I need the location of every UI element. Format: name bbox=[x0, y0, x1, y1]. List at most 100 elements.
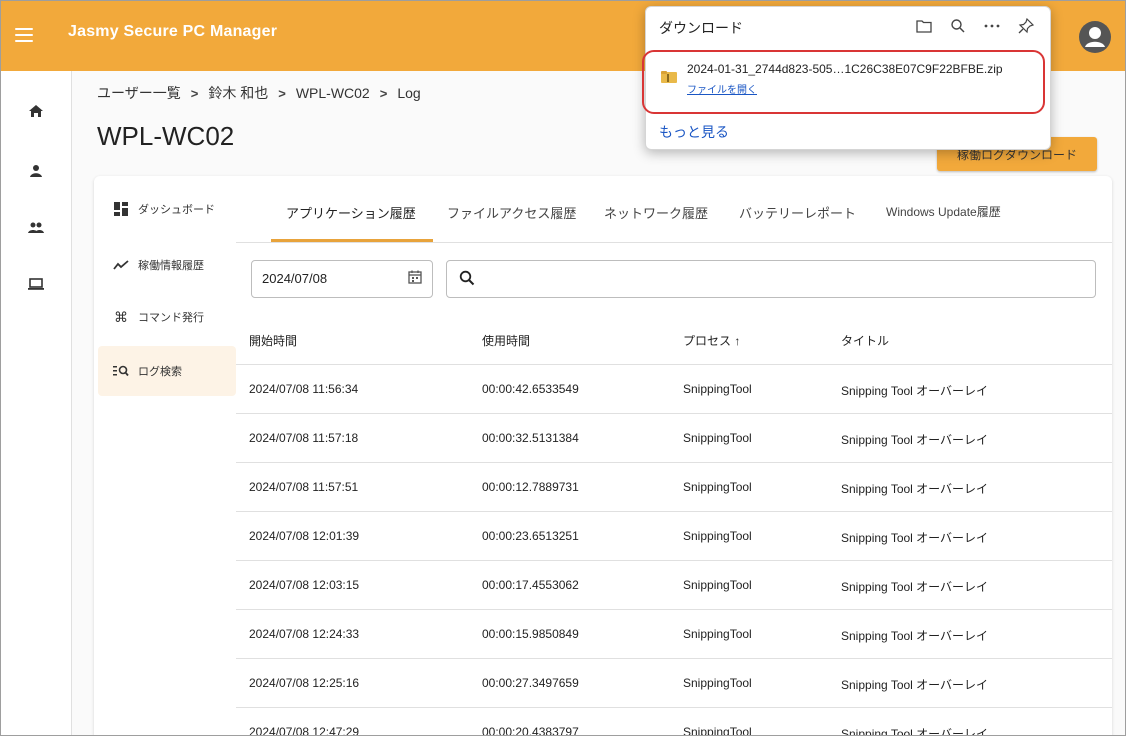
cell-usage-time: 00:00:12.7889731 bbox=[482, 480, 579, 494]
people-icon[interactable] bbox=[23, 214, 49, 240]
breadcrumb-current: Log bbox=[397, 85, 421, 101]
table-row[interactable]: 2024/07/08 11:57:51 00:00:12.7889731 Snipp… bbox=[236, 463, 1112, 512]
tab-application-history[interactable]: アプリケーション履歴 bbox=[286, 203, 416, 222]
log-search-icon bbox=[112, 365, 130, 377]
menu-icon[interactable] bbox=[15, 24, 33, 48]
cell-usage-time: 00:00:15.9850849 bbox=[482, 627, 579, 641]
tab-bar: アプリケーション履歴 ファイルアクセス履歴 ネットワーク履歴 バッテリーレポート… bbox=[236, 176, 1112, 243]
table-body: 2024/07/08 11:56:34 00:00:42.6533549 Snipp… bbox=[236, 365, 1112, 736]
cell-start-time: 2024/07/08 12:01:39 bbox=[249, 529, 360, 543]
side-item-label: ログ検索 bbox=[138, 366, 182, 378]
highlight-annotation bbox=[642, 50, 1045, 114]
cell-usage-time: 00:00:42.6533549 bbox=[482, 382, 579, 396]
cell-process: SnippingTool bbox=[683, 480, 752, 494]
download-panel-toolbar bbox=[914, 16, 1036, 36]
table-header: 開始時間 使用時間 プロセス ↑ タイトル bbox=[236, 314, 1112, 365]
calendar-icon[interactable] bbox=[408, 270, 422, 289]
search-icon bbox=[459, 270, 475, 291]
avatar[interactable] bbox=[1079, 21, 1111, 53]
cell-process: SnippingTool bbox=[683, 529, 752, 543]
cell-process: SnippingTool bbox=[683, 431, 752, 445]
command-icon: ⌘ bbox=[114, 308, 128, 325]
trend-icon bbox=[112, 259, 130, 271]
cell-start-time: 2024/07/08 12:24:33 bbox=[249, 627, 360, 641]
table-row[interactable]: 2024/07/08 12:25:16 00:00:27.3497659 Snipp… bbox=[236, 659, 1112, 708]
breadcrumb-users[interactable]: ユーザー一覧 bbox=[97, 83, 181, 103]
cell-usage-time: 00:00:27.3497659 bbox=[482, 676, 579, 690]
cell-start-time: 2024/07/08 12:25:16 bbox=[249, 676, 360, 690]
breadcrumb-device[interactable]: WPL-WC02 bbox=[296, 85, 370, 101]
breadcrumb-separator: > bbox=[278, 85, 286, 101]
side-item-label: コマンド発行 bbox=[138, 312, 204, 324]
tab-windows-update-history[interactable]: Windows Update履歴 bbox=[886, 203, 1001, 220]
side-item-label: ダッシュボード bbox=[138, 204, 215, 216]
cell-usage-time: 00:00:20.4383797 bbox=[482, 725, 579, 736]
cell-start-time: 2024/07/08 11:56:34 bbox=[249, 382, 359, 396]
pin-icon[interactable] bbox=[1016, 16, 1036, 36]
table-row[interactable]: 2024/07/08 12:24:33 00:00:15.9850849 Snipp… bbox=[236, 610, 1112, 659]
side-item-command[interactable]: ⌘ コマンド発行 bbox=[98, 292, 236, 342]
table-row[interactable]: 2024/07/08 12:47:29 00:00:20.4383797 Snipp… bbox=[236, 708, 1112, 736]
cell-process: SnippingTool bbox=[683, 725, 752, 736]
tab-file-access-history[interactable]: ファイルアクセス履歴 bbox=[447, 203, 576, 222]
side-item-history[interactable]: 稼働情報履歴 bbox=[98, 240, 236, 290]
see-more-link[interactable]: もっと見る bbox=[659, 122, 729, 142]
download-panel-title: ダウンロード bbox=[659, 20, 743, 36]
cell-usage-time: 00:00:32.5131384 bbox=[482, 431, 579, 445]
cell-start-time: 2024/07/08 11:57:18 bbox=[249, 431, 359, 445]
side-item-dashboard[interactable]: ダッシュボード bbox=[98, 184, 236, 234]
column-header-title[interactable]: タイトル bbox=[841, 332, 889, 349]
cell-usage-time: 00:00:17.4553062 bbox=[482, 578, 579, 592]
cell-usage-time: 00:00:23.6513251 bbox=[482, 529, 579, 543]
nav-rail bbox=[1, 71, 72, 735]
side-item-label: 稼働情報履歴 bbox=[138, 260, 204, 272]
log-table: 開始時間 使用時間 プロセス ↑ タイトル 2024/07/08 11:56:3… bbox=[236, 314, 1112, 736]
cell-process: SnippingTool bbox=[683, 676, 752, 690]
content-card: ダッシュボード 稼働情報履歴 ⌘ コマンド発行 ログ検索 アプリケーション履歴 bbox=[94, 176, 1112, 736]
cell-title: Snipping Tool オーバーレイ bbox=[841, 384, 989, 398]
cell-title: Snipping Tool オーバーレイ bbox=[841, 482, 989, 496]
table-row[interactable]: 2024/07/08 11:56:34 00:00:42.6533549 Snipp… bbox=[236, 365, 1112, 414]
cell-title: Snipping Tool オーバーレイ bbox=[841, 678, 989, 692]
breadcrumb: ユーザー一覧 > 鈴木 和也 > WPL-WC02 > Log bbox=[97, 83, 421, 103]
search-field[interactable] bbox=[446, 260, 1096, 298]
laptop-icon[interactable] bbox=[23, 271, 49, 297]
app-title: Jasmy Secure PC Manager bbox=[68, 23, 278, 40]
column-header-start-time[interactable]: 開始時間 bbox=[249, 332, 297, 349]
home-icon[interactable] bbox=[23, 98, 49, 124]
more-icon[interactable] bbox=[982, 16, 1002, 36]
app-window: Jasmy Secure PC Manager ユーザー一覧 > 鈴木 和也 >… bbox=[0, 0, 1126, 736]
breadcrumb-separator: > bbox=[379, 85, 388, 101]
cell-title: Snipping Tool オーバーレイ bbox=[841, 531, 989, 545]
person-icon[interactable] bbox=[23, 158, 49, 184]
tab-battery-report[interactable]: バッテリーレポート bbox=[739, 203, 856, 222]
cell-title: Snipping Tool オーバーレイ bbox=[841, 433, 989, 447]
date-field[interactable]: 2024/07/08 bbox=[251, 260, 433, 298]
table-row[interactable]: 2024/07/08 12:01:39 00:00:23.6513251 Snipp… bbox=[236, 512, 1112, 561]
cell-process: SnippingTool bbox=[683, 627, 752, 641]
table-row[interactable]: 2024/07/08 11:57:18 00:00:32.5131384 Snipp… bbox=[236, 414, 1112, 463]
cell-process: SnippingTool bbox=[683, 578, 752, 592]
dashboard-icon bbox=[112, 202, 130, 216]
search-icon[interactable] bbox=[948, 16, 968, 36]
cell-title: Snipping Tool オーバーレイ bbox=[841, 629, 989, 643]
breadcrumb-separator: > bbox=[190, 85, 199, 101]
cell-title: Snipping Tool オーバーレイ bbox=[841, 580, 989, 594]
cell-start-time: 2024/07/08 11:57:51 bbox=[249, 480, 359, 494]
side-item-log-search[interactable]: ログ検索 bbox=[98, 346, 236, 396]
cell-title: Snipping Tool オーバーレイ bbox=[841, 727, 989, 736]
breadcrumb-user[interactable]: 鈴木 和也 bbox=[208, 83, 268, 103]
page-title: WPL-WC02 bbox=[97, 121, 235, 151]
folder-icon[interactable] bbox=[914, 16, 934, 36]
tab-network-history[interactable]: ネットワーク履歴 bbox=[604, 203, 708, 222]
table-row[interactable]: 2024/07/08 12:03:15 00:00:17.4553062 Snipp… bbox=[236, 561, 1112, 610]
cell-process: SnippingTool bbox=[683, 382, 752, 396]
date-value: 2024/07/08 bbox=[262, 271, 328, 286]
column-header-process[interactable]: プロセス ↑ bbox=[683, 332, 740, 349]
cell-start-time: 2024/07/08 12:47:29 bbox=[249, 725, 360, 736]
side-menu: ダッシュボード 稼働情報履歴 ⌘ コマンド発行 ログ検索 bbox=[94, 176, 236, 735]
active-tab-indicator bbox=[271, 239, 433, 242]
column-header-usage-time[interactable]: 使用時間 bbox=[482, 332, 530, 349]
search-input[interactable] bbox=[487, 267, 1081, 293]
cell-start-time: 2024/07/08 12:03:15 bbox=[249, 578, 360, 592]
